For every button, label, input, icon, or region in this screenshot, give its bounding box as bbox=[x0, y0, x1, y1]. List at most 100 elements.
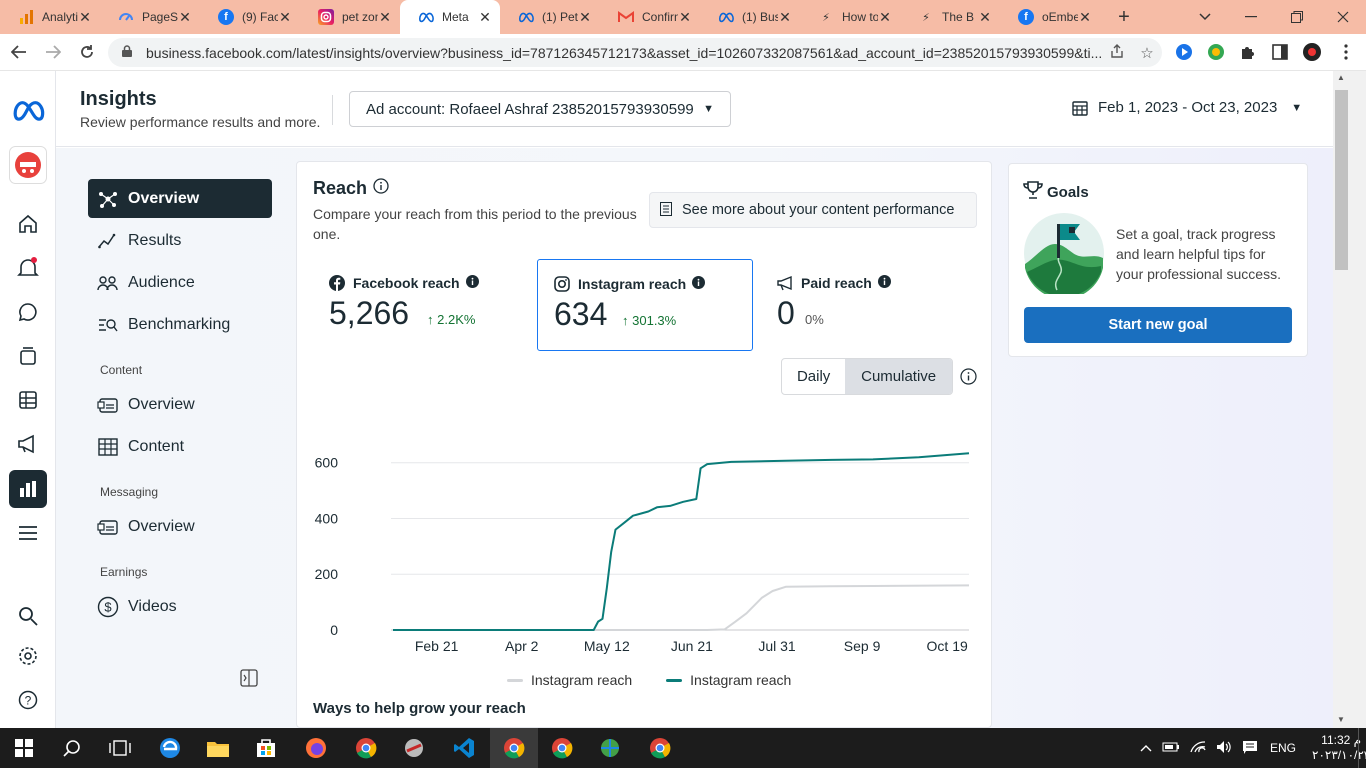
extensions-puzzle-icon[interactable] bbox=[1237, 41, 1259, 63]
close-icon[interactable]: ✕ bbox=[778, 9, 792, 26]
notifications-icon[interactable] bbox=[9, 249, 47, 287]
info-icon[interactable] bbox=[373, 178, 389, 199]
date-range-picker[interactable]: Feb 1, 2023 - Oct 23, 2023 ▼ bbox=[1072, 99, 1302, 116]
browser-tab[interactable]: Analytics✕ bbox=[0, 0, 100, 34]
toggle-daily[interactable]: Daily bbox=[782, 359, 845, 394]
browser-tab[interactable]: PageSpeed✕ bbox=[100, 0, 200, 34]
share-icon[interactable] bbox=[1102, 43, 1132, 62]
close-icon[interactable]: ✕ bbox=[378, 9, 392, 26]
vscode-icon[interactable] bbox=[440, 728, 488, 768]
ads-megaphone-icon[interactable] bbox=[9, 425, 47, 463]
chrome-icon[interactable] bbox=[636, 728, 684, 768]
sidebar-item-content-overview[interactable]: Overview bbox=[88, 385, 272, 424]
info-icon[interactable] bbox=[465, 275, 479, 291]
volume-icon[interactable] bbox=[1216, 740, 1232, 757]
metric-facebook-reach[interactable]: Facebook reach 5,266 ↑ 2.2K% bbox=[313, 259, 529, 351]
forward-button[interactable] bbox=[38, 37, 68, 67]
extension-globe-icon[interactable] bbox=[1205, 41, 1227, 63]
sidebar-item-content[interactable]: Content bbox=[88, 427, 272, 466]
content-performance-button[interactable]: See more about your content performance bbox=[649, 192, 977, 228]
chrome-icon[interactable] bbox=[490, 728, 538, 768]
back-button[interactable] bbox=[4, 37, 34, 67]
chrome-icon[interactable] bbox=[538, 728, 586, 768]
settings-gear-icon[interactable] bbox=[9, 637, 47, 675]
profile-avatar-icon[interactable] bbox=[1301, 41, 1323, 63]
content-icon[interactable] bbox=[9, 337, 47, 375]
metric-instagram-reach[interactable]: Instagram reach 634 ↑ 301.3% bbox=[537, 259, 753, 351]
collapse-sidebar-icon[interactable] bbox=[240, 669, 260, 687]
meta-logo-icon[interactable] bbox=[9, 91, 47, 129]
show-desktop-button[interactable] bbox=[1358, 728, 1366, 768]
close-icon[interactable]: ✕ bbox=[178, 9, 192, 26]
minimize-button[interactable] bbox=[1228, 0, 1274, 34]
ad-account-selector[interactable]: Ad account: Rofaeel Ashraf 2385201579393… bbox=[349, 91, 731, 127]
browser-tab[interactable]: (1) Pet ✕ bbox=[500, 0, 600, 34]
browser-tab[interactable]: pet zone✕ bbox=[300, 0, 400, 34]
close-icon[interactable]: ✕ bbox=[278, 9, 292, 26]
app-icon[interactable] bbox=[390, 728, 438, 768]
search-icon[interactable] bbox=[9, 597, 47, 635]
close-icon[interactable]: ✕ bbox=[578, 9, 592, 26]
store-icon[interactable] bbox=[242, 728, 290, 768]
close-icon[interactable]: ✕ bbox=[478, 9, 492, 26]
insights-icon[interactable] bbox=[9, 470, 47, 508]
page-avatar[interactable] bbox=[9, 146, 47, 184]
scrollbar-thumb[interactable] bbox=[1335, 90, 1348, 270]
notifications-message-icon[interactable] bbox=[1242, 740, 1258, 757]
browser-tab[interactable]: ⚡ The B ✕ bbox=[900, 0, 1000, 34]
info-icon[interactable] bbox=[692, 276, 706, 292]
sidebar-item-videos[interactable]: $ Videos bbox=[88, 587, 272, 626]
sidebar-item-messaging-overview[interactable]: Overview bbox=[88, 507, 272, 546]
all-tools-menu-icon[interactable] bbox=[9, 514, 47, 552]
task-view-icon[interactable] bbox=[96, 728, 144, 768]
browser-tab[interactable]: (1) Business✕ bbox=[700, 0, 800, 34]
language-indicator[interactable]: ENG bbox=[1270, 741, 1296, 755]
metric-paid-reach[interactable]: Paid reach 0 0% bbox=[761, 259, 977, 351]
planner-icon[interactable] bbox=[9, 381, 47, 419]
edge-icon[interactable] bbox=[146, 728, 194, 768]
restore-button[interactable] bbox=[1274, 0, 1320, 34]
tab-search-icon[interactable] bbox=[1182, 0, 1228, 34]
sidebar-item-benchmarking[interactable]: Benchmarking bbox=[88, 305, 272, 344]
sidebar-item-overview[interactable]: Overview bbox=[88, 179, 272, 218]
url-bar[interactable]: business.facebook.com/latest/insights/ov… bbox=[108, 38, 1162, 67]
browser-menu-icon[interactable] bbox=[1335, 41, 1357, 63]
home-icon[interactable] bbox=[9, 205, 47, 243]
close-icon[interactable]: ✕ bbox=[1078, 9, 1092, 26]
browser-tab[interactable]: ⚡ How to ✕ bbox=[800, 0, 900, 34]
toggle-cumulative[interactable]: Cumulative bbox=[845, 359, 952, 394]
new-tab-button[interactable]: + bbox=[1108, 6, 1140, 29]
sidebar-item-audience[interactable]: Audience bbox=[88, 263, 272, 302]
extension-play-icon[interactable] bbox=[1173, 41, 1195, 63]
close-window-button[interactable] bbox=[1320, 0, 1366, 34]
close-icon[interactable]: ✕ bbox=[78, 9, 92, 26]
info-icon[interactable] bbox=[960, 368, 977, 390]
browser-tab[interactable]: Confirm✕ bbox=[600, 0, 700, 34]
firefox-icon[interactable] bbox=[292, 728, 340, 768]
app-globe-icon[interactable] bbox=[586, 728, 634, 768]
taskbar-search-icon[interactable] bbox=[48, 728, 96, 768]
wifi-icon[interactable] bbox=[1190, 740, 1206, 757]
bookmark-star-icon[interactable]: ☆ bbox=[1132, 44, 1162, 62]
legend-item[interactable]: Instagram reach bbox=[507, 672, 632, 688]
browser-tab[interactable]: f (9) Facebook✕ bbox=[200, 0, 300, 34]
start-new-goal-button[interactable]: Start new goal bbox=[1024, 307, 1292, 343]
battery-icon[interactable] bbox=[1162, 741, 1180, 756]
close-icon[interactable]: ✕ bbox=[878, 9, 892, 26]
file-explorer-icon[interactable] bbox=[194, 728, 242, 768]
close-icon[interactable]: ✕ bbox=[678, 9, 692, 26]
browser-tab[interactable]: foEmbed✕ bbox=[1000, 0, 1100, 34]
scroll-up-icon[interactable]: ▲ bbox=[1337, 73, 1345, 82]
reload-button[interactable] bbox=[72, 37, 102, 67]
sidebar-item-results[interactable]: Results bbox=[88, 221, 272, 260]
scroll-down-icon[interactable]: ▼ bbox=[1337, 715, 1345, 724]
side-panel-icon[interactable] bbox=[1269, 41, 1291, 63]
page-scrollbar[interactable]: ▲ ▼ bbox=[1333, 71, 1366, 728]
chrome-icon[interactable] bbox=[342, 728, 390, 768]
messages-icon[interactable] bbox=[9, 293, 47, 331]
chevron-up-icon[interactable] bbox=[1140, 741, 1152, 755]
browser-tab-active[interactable]: Meta ✕ bbox=[400, 0, 500, 34]
legend-item[interactable]: Instagram reach bbox=[666, 672, 791, 688]
windows-start-icon[interactable] bbox=[0, 728, 48, 768]
close-icon[interactable]: ✕ bbox=[978, 9, 992, 26]
